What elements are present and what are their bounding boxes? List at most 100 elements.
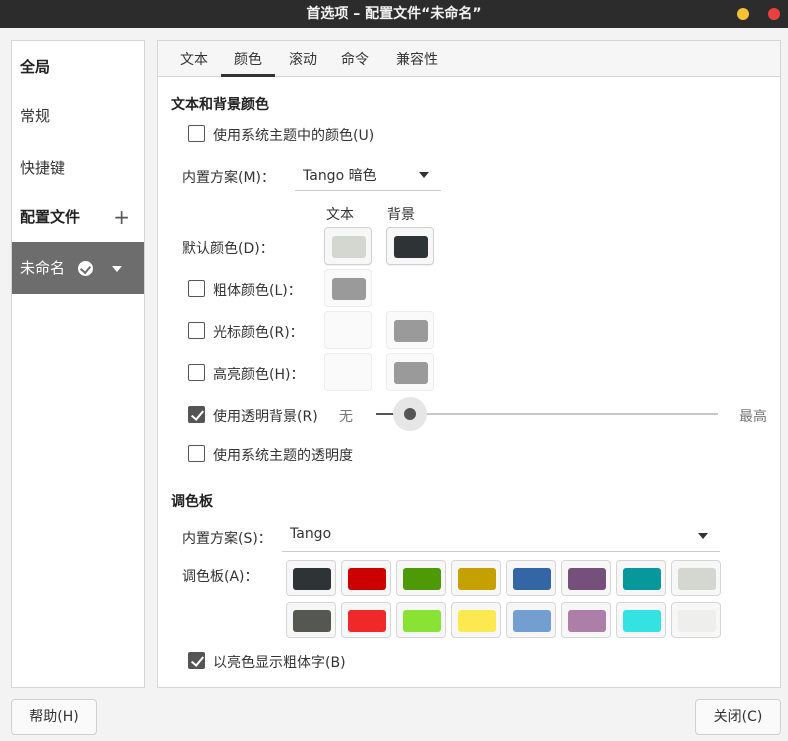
- tab-colors[interactable]: 颜色: [221, 41, 275, 77]
- palette-swatch: [568, 610, 606, 632]
- palette-swatch: [623, 568, 661, 590]
- add-profile-icon[interactable]: +: [113, 191, 130, 243]
- bold-color-checkbox[interactable]: [188, 280, 205, 297]
- palette-color-button[interactable]: [616, 602, 666, 638]
- palette-color-button[interactable]: [451, 602, 501, 638]
- palette-color-button[interactable]: [506, 602, 556, 638]
- palette-swatch: [403, 610, 441, 632]
- use-system-colors-checkbox[interactable]: [188, 125, 205, 142]
- transparency-min-label: 无: [339, 409, 353, 425]
- highlight-color-label: 高亮颜色(H)：: [213, 367, 305, 383]
- cursor-text-color-button[interactable]: [324, 311, 372, 349]
- tab-text[interactable]: 文本: [170, 41, 218, 77]
- close-button[interactable]: 关闭(C): [695, 699, 781, 735]
- sidebar-item-shortcuts[interactable]: 快捷键: [12, 142, 144, 194]
- palette-color-button[interactable]: [396, 602, 446, 638]
- transparency-max-label: 最高: [739, 409, 767, 425]
- palette-swatch: [458, 610, 496, 632]
- profile-name: 未命名: [20, 259, 66, 277]
- builtin-scheme-label: 内置方案(M)：: [182, 170, 276, 186]
- help-button[interactable]: 帮助(H): [11, 699, 97, 735]
- default-bg-color-button[interactable]: [386, 227, 434, 265]
- column-header-background: 背景: [387, 207, 415, 223]
- palette-swatch: [678, 568, 716, 590]
- sidebar-item-general[interactable]: 常规: [12, 90, 144, 142]
- tab-bar: 文本 颜色 滚动 命令 兼容性: [158, 41, 780, 77]
- palette-color-button[interactable]: [341, 602, 391, 638]
- bold-bright-checkbox[interactable]: [188, 652, 205, 669]
- palette-color-button[interactable]: [286, 602, 336, 638]
- window-title: 首选项 – 配置文件“未命名”: [306, 6, 482, 22]
- palette-swatch: [678, 610, 716, 632]
- highlight-text-color-button[interactable]: [324, 353, 372, 391]
- swatch-cursor-text: [332, 320, 366, 342]
- palette-color-button[interactable]: [341, 560, 391, 596]
- sidebar-item-profile[interactable]: 未命名: [12, 242, 144, 294]
- swatch-highlight-text: [332, 362, 366, 384]
- builtin-scheme-dropdown[interactable]: Tango 暗色: [295, 159, 441, 191]
- sidebar-profiles-label: 配置文件: [20, 208, 81, 226]
- chevron-down-icon: [698, 533, 708, 539]
- palette-swatch: [403, 568, 441, 590]
- swatch-cursor-bg: [394, 320, 428, 342]
- palette-color-button[interactable]: [286, 560, 336, 596]
- sidebar: 全局 常规 快捷键 配置文件 + 未命名: [11, 40, 145, 688]
- palette-swatch: [513, 610, 551, 632]
- tab-compatibility[interactable]: 兼容性: [386, 41, 448, 77]
- palette-scheme-value: Tango: [290, 526, 332, 542]
- palette-scheme-dropdown[interactable]: Tango: [282, 520, 720, 552]
- swatch-bold-text: [332, 278, 366, 300]
- builtin-scheme-value: Tango 暗色: [303, 168, 377, 184]
- palette-color-button[interactable]: [451, 560, 501, 596]
- use-system-colors-label: 使用系统主题中的颜色(U): [213, 128, 375, 144]
- highlight-color-checkbox[interactable]: [188, 364, 205, 381]
- highlight-bg-color-button[interactable]: [386, 353, 434, 391]
- column-header-text: 文本: [326, 207, 354, 223]
- close-window-button[interactable]: [768, 8, 780, 20]
- transparent-bg-checkbox[interactable]: [188, 406, 205, 423]
- section-title-text-bg-colors: 文本和背景颜色: [171, 97, 269, 113]
- palette-swatch: [293, 610, 331, 632]
- palette-swatch: [293, 568, 331, 590]
- palette-scheme-label: 内置方案(S)：: [182, 531, 272, 547]
- palette-swatch: [513, 568, 551, 590]
- system-transparency-label: 使用系统主题的透明度: [213, 448, 353, 464]
- cursor-color-checkbox[interactable]: [188, 322, 205, 339]
- swatch-default-bg: [394, 236, 428, 258]
- palette-swatch: [348, 610, 386, 632]
- transparency-slider-handle[interactable]: [404, 408, 416, 420]
- tab-scrolling[interactable]: 滚动: [278, 41, 328, 77]
- system-transparency-checkbox[interactable]: [188, 445, 205, 462]
- palette-color-button[interactable]: [671, 602, 721, 638]
- palette-color-button[interactable]: [616, 560, 666, 596]
- tab-command[interactable]: 命令: [331, 41, 379, 77]
- default-text-color-button[interactable]: [324, 227, 372, 265]
- bold-color-label: 粗体颜色(L)：: [213, 283, 302, 299]
- palette-swatch: [348, 568, 386, 590]
- sidebar-heading-profiles: 配置文件 +: [12, 191, 144, 243]
- default-color-label: 默认颜色(D)：: [182, 241, 274, 257]
- bold-text-color-button[interactable]: [324, 269, 372, 307]
- title-bar: 首选项 – 配置文件“未命名”: [0, 0, 788, 28]
- transparent-bg-label: 使用透明背景(R): [213, 409, 318, 425]
- palette-color-button[interactable]: [561, 560, 611, 596]
- palette-swatch: [458, 568, 496, 590]
- section-title-palette: 调色板: [171, 494, 213, 510]
- transparency-slider-track[interactable]: [376, 413, 718, 415]
- chevron-down-icon: [419, 172, 429, 178]
- palette-color-button[interactable]: [671, 560, 721, 596]
- minimize-button[interactable]: [737, 8, 749, 20]
- sidebar-heading-global: 全局: [20, 58, 51, 76]
- palette-swatch: [623, 610, 661, 632]
- cursor-bg-color-button[interactable]: [386, 311, 434, 349]
- palette-color-button[interactable]: [396, 560, 446, 596]
- palette-color-button[interactable]: [561, 602, 611, 638]
- default-profile-check-icon: [78, 261, 93, 276]
- palette-label: 调色板(A)：: [182, 569, 259, 585]
- swatch-highlight-bg: [394, 362, 428, 384]
- profile-menu-chevron-down-icon[interactable]: [112, 266, 122, 272]
- swatch-default-text: [332, 236, 366, 258]
- palette-color-button[interactable]: [506, 560, 556, 596]
- palette-swatch: [568, 568, 606, 590]
- bold-bright-label: 以亮色显示粗体字(B): [213, 655, 346, 671]
